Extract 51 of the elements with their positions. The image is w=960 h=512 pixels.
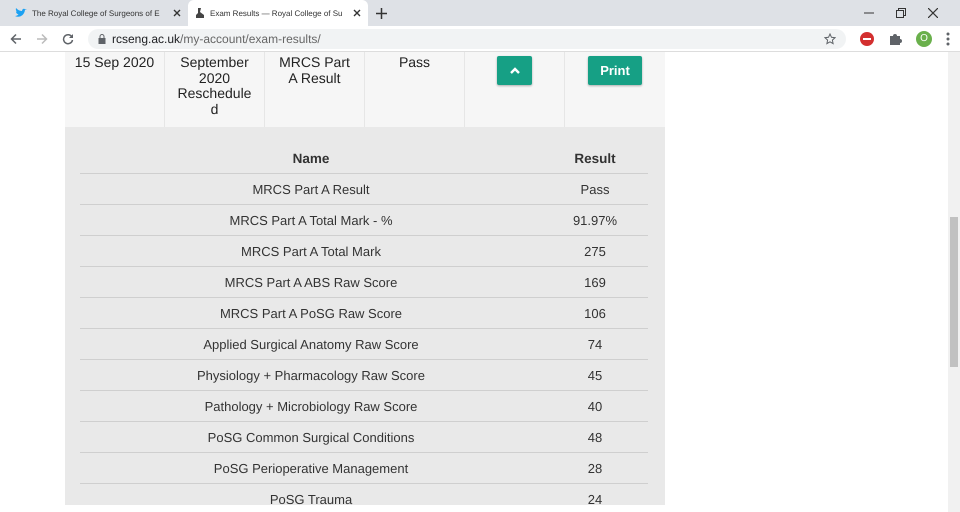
- table-cell: 106: [542, 298, 648, 328]
- exam-date: 15 Sep 2020: [74, 55, 156, 70]
- back-icon[interactable]: [10, 32, 22, 44]
- column-header: Name: [80, 143, 542, 174]
- new-tab-icon[interactable]: [376, 8, 387, 18]
- exam-result: Pass: [398, 55, 432, 70]
- exam-name: MRCS Part A Result: [278, 55, 351, 86]
- chevron-up-icon: [510, 67, 520, 74]
- lock-icon: [98, 34, 106, 44]
- bookmark-star-icon[interactable]: [824, 32, 836, 44]
- table-cell: 28: [542, 452, 648, 484]
- table-cell: Pass: [542, 174, 648, 204]
- table-cell: 91.97%: [542, 204, 648, 236]
- table-cell: MRCS Part A PoSG Raw Score: [80, 298, 542, 328]
- restore-icon[interactable]: [896, 8, 906, 18]
- bird-icon: [15, 8, 27, 18]
- address-field[interactable]: rcseng.ac.uk/my-account/exam-results/: [88, 28, 846, 48]
- table-cell: MRCS Part A ABS Raw Score: [80, 266, 542, 298]
- tab-title: The Royal College of Surgeons of E: [32, 8, 161, 18]
- close-icon[interactable]: [353, 9, 361, 17]
- table-cell: 169: [542, 266, 648, 298]
- collapse-button[interactable]: [497, 56, 532, 85]
- table-cell: PoSG Trauma: [80, 484, 542, 512]
- exam-session: September 2020 Rescheduled: [176, 55, 252, 117]
- table-cell: PoSG Perioperative Management: [80, 452, 542, 484]
- puzzle-icon[interactable]: [888, 32, 902, 46]
- table-cell: 275: [542, 236, 648, 266]
- table-cell: 24: [542, 484, 648, 512]
- scrollbar[interactable]: [948, 52, 960, 512]
- table-cell: 45: [542, 360, 648, 390]
- column-header: Result: [542, 143, 648, 174]
- url-text: rcseng.ac.uk/my-account/exam-results/: [112, 32, 322, 46]
- close-icon[interactable]: [173, 9, 181, 17]
- reload-icon[interactable]: [62, 32, 74, 44]
- table-cell: Applied Surgical Anatomy Raw Score: [80, 328, 542, 360]
- menu-icon[interactable]: [946, 32, 950, 46]
- minimize-icon[interactable]: [864, 12, 874, 14]
- table-cell: 74: [542, 328, 648, 360]
- tab-title: Exam Results — Royal College of Su: [210, 8, 344, 18]
- table-cell: MRCS Part A Total Mark: [80, 236, 542, 266]
- adblock-icon[interactable]: [860, 32, 874, 46]
- close-icon[interactable]: [928, 8, 938, 18]
- table-cell: Pathology + Microbiology Raw Score: [80, 390, 542, 422]
- table-cell: MRCS Part A Result: [80, 174, 542, 204]
- table-cell: Physiology + Pharmacology Raw Score: [80, 360, 542, 390]
- browser-tab[interactable]: The Royal College of Surgeons of E: [8, 0, 188, 26]
- table-cell: 40: [542, 390, 648, 422]
- browser-tab[interactable]: Exam Results — Royal College of Su: [188, 0, 368, 26]
- table-cell: 48: [542, 422, 648, 452]
- table-cell: MRCS Part A Total Mark - %: [80, 204, 542, 236]
- table-cell: PoSG Common Surgical Conditions: [80, 422, 542, 452]
